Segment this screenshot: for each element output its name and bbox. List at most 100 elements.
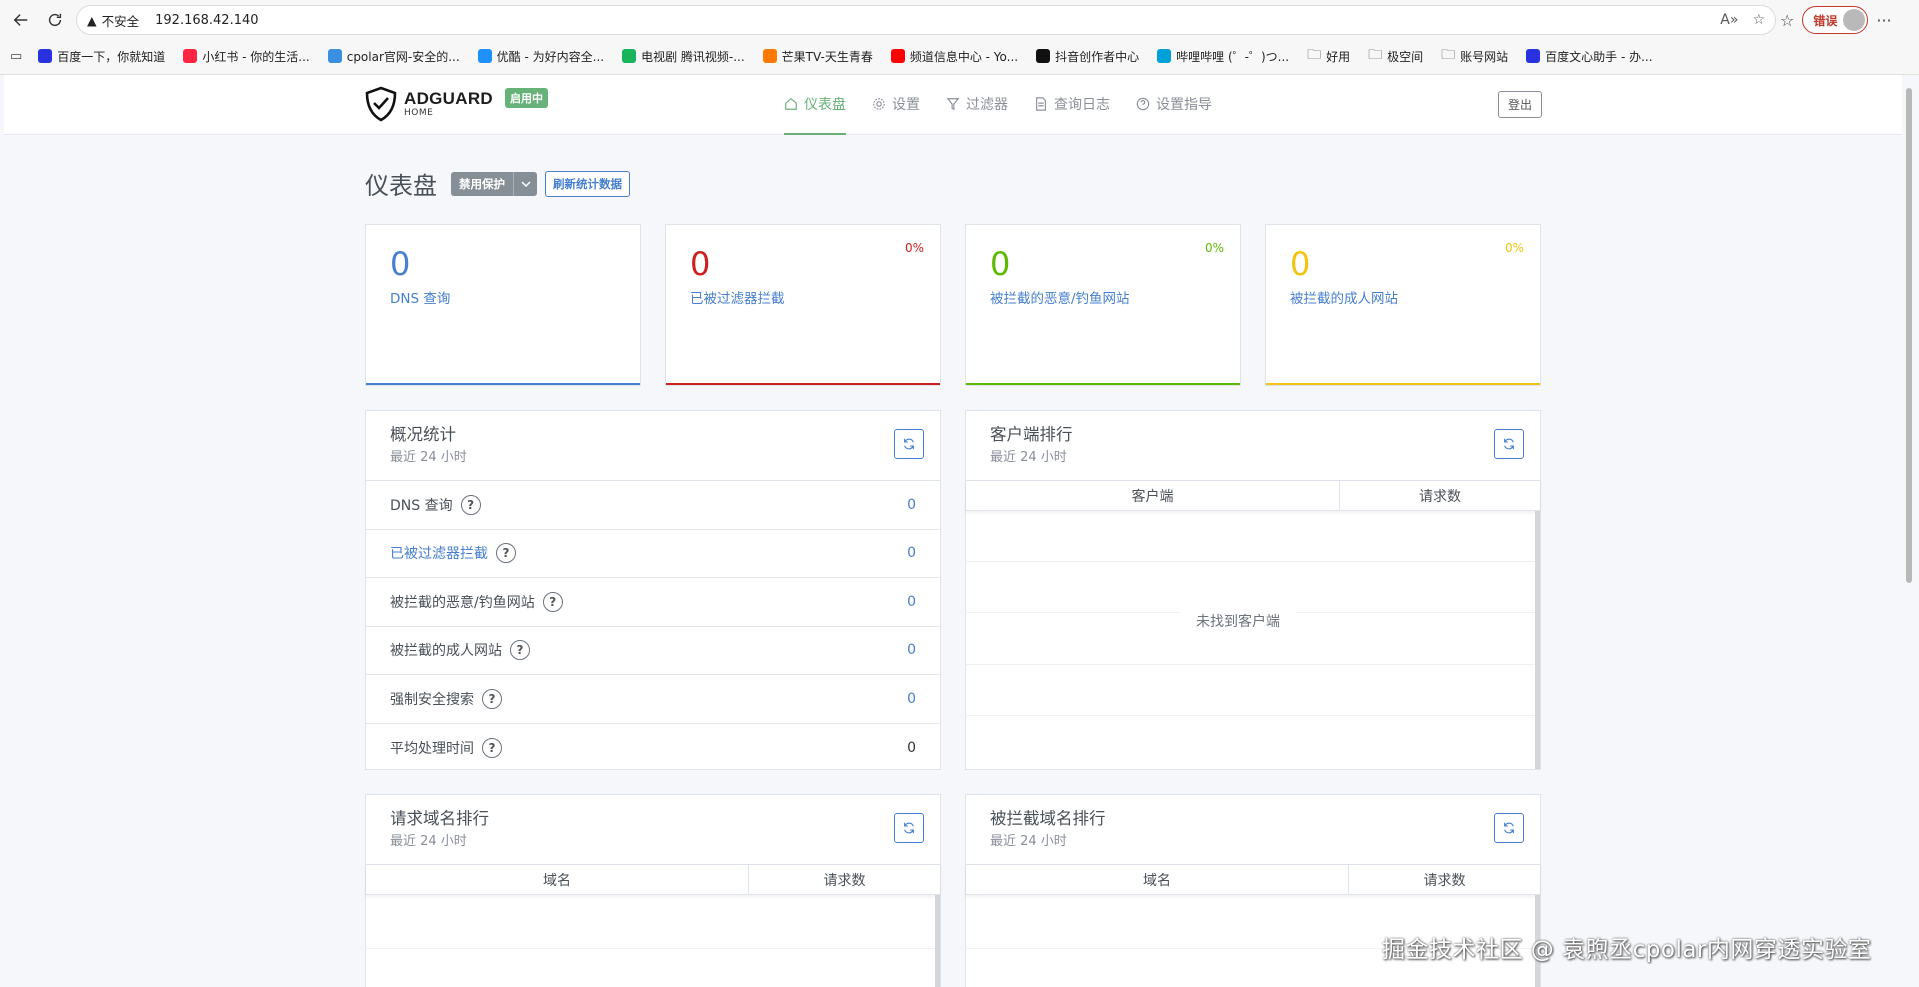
stat-label: 被拦截的成人网站	[1290, 291, 1398, 307]
summary-row-label: 被拦截的成人网站?	[390, 640, 530, 661]
favorite-star-icon[interactable]: ☆	[1752, 12, 1765, 28]
error-label: 错误	[1813, 13, 1838, 28]
queried-domains-subtitle: 最近 24 小时	[390, 834, 467, 849]
clients-scrollbar[interactable]	[1535, 511, 1540, 769]
nav-item-label: 设置指导	[1156, 97, 1212, 113]
summary-row-label[interactable]: 已被过滤器拦截?	[390, 543, 516, 564]
summary-row: 平均处理时间? 0	[366, 724, 940, 773]
stat-value: 0	[390, 245, 411, 283]
blocked-col-domain[interactable]: 域名	[966, 865, 1349, 894]
stat-percent: 0%	[1504, 241, 1524, 255]
refresh-stats-button[interactable]: 刷新统计数据	[545, 170, 630, 197]
bookmark-item[interactable]: 🗀 账号网站	[1441, 44, 1508, 68]
bookmark-item[interactable]: 🗀 极空间	[1368, 44, 1423, 68]
back-icon[interactable]	[6, 5, 36, 35]
disable-protection-button[interactable]: 禁用保护	[451, 171, 537, 196]
bookmark-item[interactable]: 哔哩哔哩 (゜-゜)つ...	[1157, 48, 1289, 65]
refresh-icon	[1504, 822, 1514, 834]
help-icon[interactable]: ?	[510, 640, 530, 661]
status-badge: 启用中	[504, 88, 548, 108]
nav-item-0[interactable]: 仪表盘	[784, 75, 846, 135]
stat-card[interactable]: 0 被拦截的成人网站 0%	[1265, 224, 1541, 386]
nav-item-label: 查询日志	[1054, 97, 1110, 113]
site-favicon-icon	[1036, 49, 1051, 63]
clients-refresh-button[interactable]	[1494, 429, 1524, 459]
help-circle-icon	[1136, 97, 1150, 111]
queried-domains-refresh-button[interactable]	[894, 813, 924, 843]
bookmark-label: 电视剧 腾讯视频-...	[641, 49, 745, 64]
help-icon[interactable]: ?	[542, 591, 563, 612]
bookmark-item[interactable]: 小红书 - 你的生活...	[183, 48, 310, 65]
reload-icon[interactable]	[40, 5, 70, 35]
bookmark-item[interactable]: cpolar官网-安全的...	[327, 48, 460, 65]
disable-protection-label: 禁用保护	[459, 176, 505, 191]
blocked-col-requests[interactable]: 请求数	[1349, 865, 1540, 894]
profile-error-button[interactable]: 错误	[1802, 6, 1869, 34]
clients-empty-message: 未找到客户端	[1180, 611, 1296, 631]
summary-row-value: 0	[907, 545, 916, 562]
queried-domains-panel: 请求域名排行 最近 24 小时 域名 请求数	[365, 794, 941, 987]
stat-percent: 0%	[1204, 241, 1224, 255]
clients-col-requests[interactable]: 请求数	[1340, 481, 1540, 510]
bookmark-item[interactable]: 电视剧 腾讯视频-...	[622, 48, 745, 65]
blocked-domains-refresh-button[interactable]	[1494, 813, 1524, 843]
summary-title: 概况统计	[390, 425, 456, 444]
bookmark-label: 抖音创作者中心	[1055, 49, 1140, 64]
bookmark-item[interactable]: 抖音创作者中心	[1036, 48, 1139, 65]
bookmark-label: 百度文心助手 - 办...	[1545, 49, 1653, 64]
filter-icon	[946, 98, 960, 111]
bookmark-item[interactable]: 百度一下，你就知道	[38, 48, 165, 65]
help-icon[interactable]: ?	[460, 494, 481, 515]
queried-col-requests[interactable]: 请求数	[749, 865, 940, 894]
page-scrollbar[interactable]	[1904, 78, 1914, 987]
favorites-icon[interactable]: ☆	[1780, 11, 1794, 30]
page-heading: 仪表盘 禁用保护 刷新统计数据	[365, 166, 630, 201]
nav-item-4[interactable]: 设置指导	[1136, 75, 1212, 135]
help-icon[interactable]: ?	[496, 543, 516, 564]
refresh-icon	[904, 438, 914, 450]
stat-percent: 0%	[904, 241, 924, 255]
logout-button[interactable]: 登出	[1498, 91, 1542, 118]
bookmark-item[interactable]: 芒果TV-天生青春	[762, 48, 873, 65]
chevron-down-icon[interactable]	[513, 171, 537, 196]
bookmark-label: 哔哩哔哩 (゜-゜)つ...	[1176, 49, 1290, 64]
help-icon[interactable]: ?	[482, 688, 502, 709]
refresh-icon	[1504, 438, 1514, 450]
queried-domains-scrollbar[interactable]	[935, 895, 940, 987]
app-header: ADGUARD HOME 启用中 仪表盘 设置 过滤器 查询日志 设置指导 登出	[4, 75, 1902, 135]
bookmark-label: 百度一下，你就知道	[57, 49, 166, 64]
nav-item-1[interactable]: 设置	[872, 75, 920, 135]
url-text[interactable]: 192.168.42.140	[155, 13, 258, 28]
stat-color-bar	[366, 383, 640, 385]
read-aloud-icon[interactable]: A»	[1720, 12, 1738, 28]
summary-row-value: 0	[907, 690, 916, 707]
summary-row-label: 被拦截的恶意/钓鱼网站?	[390, 591, 563, 612]
address-bar[interactable]: ▲ 不安全 192.168.42.140 A» ☆	[76, 5, 1776, 35]
bookmark-item[interactable]: 优酷 - 为好内容全...	[477, 48, 604, 65]
queried-col-domain[interactable]: 域名	[366, 865, 749, 894]
summary-row-value: 0	[907, 642, 916, 659]
page-scrollbar-thumb[interactable]	[1906, 88, 1912, 583]
adguard-logo[interactable]: ADGUARD HOME 启用中	[364, 86, 548, 122]
summary-row: DNS 查询? 0	[366, 481, 940, 530]
stat-card[interactable]: 0 被拦截的恶意/钓鱼网站 0%	[965, 224, 1241, 386]
bookmark-item[interactable]: 频道信息中心 - Yo...	[890, 48, 1018, 65]
bookmark-label: 极空间	[1387, 49, 1424, 64]
bookmarks-toggle-icon[interactable]: ▭	[10, 49, 22, 64]
nav-item-label: 设置	[892, 97, 920, 113]
nav-item-2[interactable]: 过滤器	[946, 75, 1008, 135]
bookmark-item[interactable]: 🗀 好用	[1307, 44, 1350, 68]
security-warning[interactable]: ▲ 不安全	[87, 11, 139, 30]
summary-refresh-button[interactable]	[894, 429, 924, 459]
nav-item-3[interactable]: 查询日志	[1034, 75, 1110, 135]
stat-card[interactable]: 0 已被过滤器拦截 0%	[665, 224, 941, 386]
clients-title: 客户端排行	[990, 425, 1073, 444]
clients-col-client[interactable]: 客户端	[966, 481, 1340, 510]
stat-card[interactable]: 0 DNS 查询	[365, 224, 641, 386]
more-menu-icon[interactable]: ···	[1876, 11, 1891, 30]
page-title: 仪表盘	[365, 172, 437, 200]
bookmark-item[interactable]: 百度文心助手 - 办...	[1526, 48, 1653, 65]
browser-toolbar: ▲ 不安全 192.168.42.140 A» ☆ ☆ 错误 ··· ▭ 百度一…	[0, 0, 1919, 75]
bookmark-label: 账号网站	[1460, 49, 1509, 64]
help-icon[interactable]: ?	[482, 737, 502, 758]
